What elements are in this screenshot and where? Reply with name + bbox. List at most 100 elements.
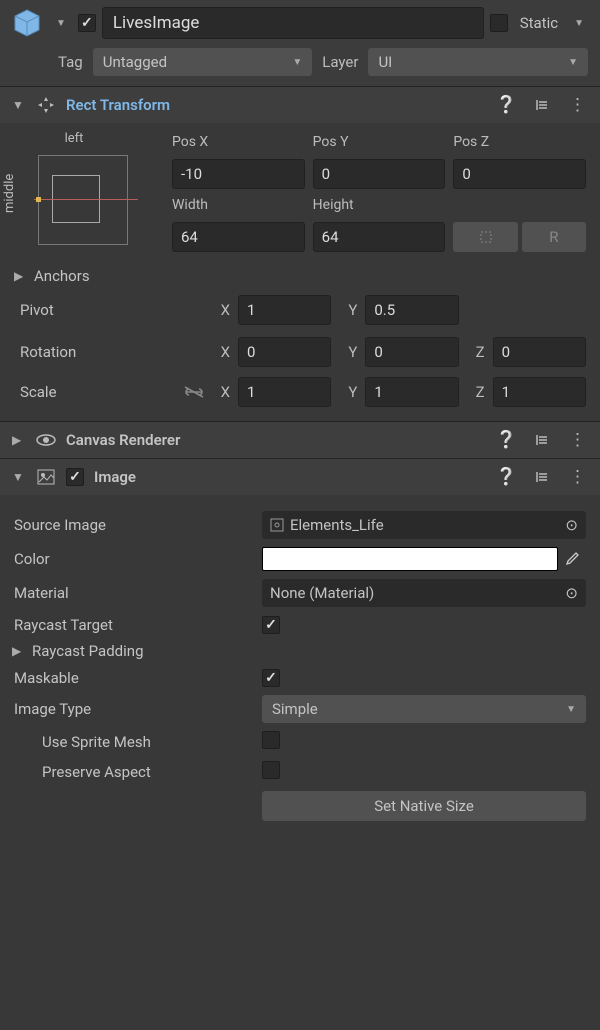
height-label: Height [313,197,446,213]
axis-y-label: Y [337,301,359,319]
set-native-size-button[interactable]: Set Native Size [262,791,586,821]
static-dropdown-icon[interactable]: ▼ [568,18,590,29]
use-sprite-mesh-label: Use Sprite Mesh [14,733,254,751]
help-icon[interactable]: ❔ [492,467,521,487]
help-icon[interactable]: ❔ [492,430,521,450]
anchor-preset-button[interactable]: left middle [14,133,134,253]
chevron-down-icon: ▼ [568,57,578,68]
width-input[interactable]: 64 [172,222,305,252]
preset-icon[interactable] [531,432,555,448]
blueprint-mode-button[interactable] [453,222,517,252]
foldout-icon[interactable]: ▼ [12,470,26,484]
foldout-icon: ▶ [12,644,26,658]
posx-label: Pos X [172,134,305,150]
scale-label: Scale [20,383,57,401]
axis-x-label: X [210,343,232,361]
image-title: Image [94,468,482,486]
height-input[interactable]: 64 [313,222,446,252]
chevron-down-icon: ▼ [566,704,576,715]
gameobject-cube-icon [10,6,44,40]
gameobject-active-checkbox[interactable] [78,14,96,32]
kebab-menu-icon[interactable]: ⋮ [565,430,588,450]
canvas-renderer-icon [36,430,56,450]
static-label: Static [520,14,558,32]
width-label: Width [172,197,305,213]
use-sprite-mesh-checkbox[interactable] [262,731,280,749]
object-picker-icon[interactable]: ⊙ [565,516,578,534]
rect-transform-title: Rect Transform [66,96,482,114]
layer-label: Layer [322,53,358,71]
anchor-v-label: middle [2,133,17,253]
rotation-z-input[interactable]: 0 [493,337,586,367]
pivot-y-input[interactable]: 0.5 [365,295,458,325]
raycast-padding-label: Raycast Padding [32,642,144,660]
axis-y-label: Y [337,383,359,401]
color-field[interactable] [262,547,558,571]
anchors-label: Anchors [34,267,90,285]
material-value: None (Material) [270,584,374,602]
axis-z-label: Z [465,383,487,401]
material-label: Material [14,584,254,602]
image-type-label: Image Type [14,700,254,718]
header-dropdown-icon[interactable]: ▼ [50,18,72,29]
static-checkbox[interactable] [490,14,508,32]
source-image-value: Elements_Life [290,516,384,534]
posz-input[interactable]: 0 [453,159,586,189]
image-enabled-checkbox[interactable] [66,468,84,486]
foldout-icon: ▶ [14,269,28,283]
preserve-aspect-checkbox[interactable] [262,761,280,779]
kebab-menu-icon[interactable]: ⋮ [565,95,588,115]
raycast-padding-foldout[interactable]: ▶ Raycast Padding [12,642,586,660]
canvas-renderer-title: Canvas Renderer [66,431,482,449]
raycast-target-checkbox[interactable] [262,616,280,634]
sprite-icon [270,518,284,532]
posx-input[interactable]: -10 [172,159,305,189]
layer-dropdown[interactable]: UI ▼ [368,48,588,76]
axis-z-label: Z [465,343,487,361]
foldout-icon[interactable]: ▶ [12,433,26,447]
axis-x-label: X [210,301,232,319]
raycast-target-label: Raycast Target [14,616,254,634]
layer-value: UI [378,53,392,71]
foldout-icon[interactable]: ▼ [12,98,26,112]
posz-label: Pos Z [453,134,586,150]
rect-transform-icon [36,95,56,115]
axis-x-label: X [210,383,232,401]
posy-input[interactable]: 0 [313,159,446,189]
color-label: Color [14,550,254,568]
raw-edit-button[interactable]: R [522,222,586,252]
anchor-h-label: left [14,131,134,146]
help-icon[interactable]: ❔ [492,95,521,115]
pivot-label: Pivot [14,301,204,319]
gameobject-name-input[interactable]: LivesImage [102,7,484,39]
material-field[interactable]: None (Material) ⊙ [262,579,586,607]
rotation-label: Rotation [14,343,204,361]
maskable-checkbox[interactable] [262,669,280,687]
posy-label: Pos Y [313,134,446,150]
source-image-field[interactable]: Elements_Life ⊙ [262,511,586,539]
image-component-icon [36,467,56,487]
preset-icon[interactable] [531,97,555,113]
image-type-value: Simple [272,700,318,718]
scale-y-input[interactable]: 1 [365,377,458,407]
object-picker-icon[interactable]: ⊙ [565,584,578,602]
source-image-label: Source Image [14,516,254,534]
anchors-foldout[interactable]: ▶ Anchors [14,267,586,285]
image-type-dropdown[interactable]: Simple ▼ [262,695,586,723]
tag-dropdown[interactable]: Untagged ▼ [93,48,313,76]
axis-y-label: Y [337,343,359,361]
eyedropper-icon[interactable] [564,551,586,567]
scale-z-input[interactable]: 1 [493,377,586,407]
constrain-proportions-icon[interactable] [184,385,204,399]
preserve-aspect-label: Preserve Aspect [14,763,254,781]
kebab-menu-icon[interactable]: ⋮ [565,467,588,487]
pivot-x-input[interactable]: 1 [238,295,331,325]
maskable-label: Maskable [14,669,254,687]
preset-icon[interactable] [531,469,555,485]
tag-label: Tag [58,53,83,71]
scale-x-input[interactable]: 1 [238,377,331,407]
tag-value: Untagged [103,53,167,71]
chevron-down-icon: ▼ [292,57,302,68]
rotation-x-input[interactable]: 0 [238,337,331,367]
rotation-y-input[interactable]: 0 [365,337,458,367]
